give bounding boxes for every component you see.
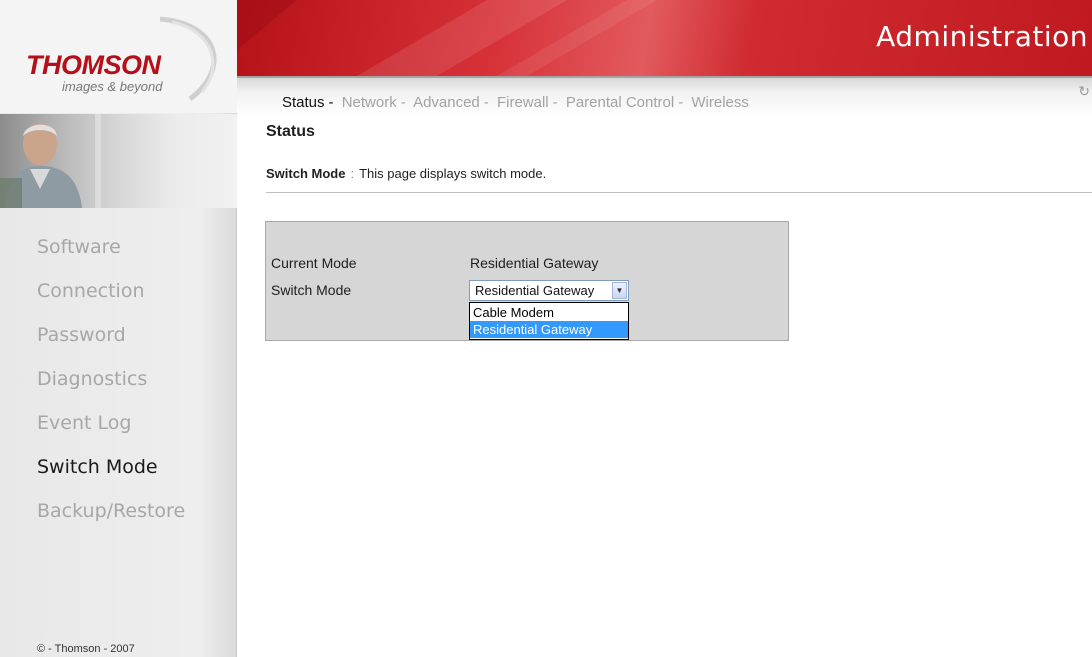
tab-network[interactable]: Network xyxy=(342,94,397,111)
sidebar-nav: Software Connection Password Diagnostics… xyxy=(37,236,185,544)
tab-advanced[interactable]: Advanced xyxy=(413,94,480,111)
current-mode-label: Current Mode xyxy=(271,255,357,271)
sidebar-item-switch-mode[interactable]: Switch Mode xyxy=(37,456,185,500)
sidebar-item-backup-restore[interactable]: Backup/Restore xyxy=(37,500,185,544)
page-title: Status xyxy=(266,123,315,140)
logo-area: THOMSON images & beyond xyxy=(0,0,237,113)
sidebar-item-diagnostics[interactable]: Diagnostics xyxy=(37,368,185,412)
switch-mode-panel: Current Mode Residential Gateway Switch … xyxy=(265,221,789,341)
tab-firewall[interactable]: Firewall xyxy=(497,94,549,111)
header-banner: Administration xyxy=(237,0,1092,76)
copyright-text: © - Thomson - 2007 xyxy=(37,643,135,655)
header-photo xyxy=(0,114,237,208)
option-residential-gateway[interactable]: Residential Gateway xyxy=(470,321,628,338)
tab-separator: - xyxy=(400,94,406,111)
description-separator: : xyxy=(350,166,355,181)
description-label: Switch Mode xyxy=(266,166,346,181)
tab-parental-control[interactable]: Parental Control xyxy=(566,94,674,111)
current-mode-value: Residential Gateway xyxy=(470,255,599,271)
sidebar-item-software[interactable]: Software xyxy=(37,236,185,280)
divider xyxy=(266,192,1092,193)
page-description: Switch Mode: This page displays switch mo… xyxy=(266,166,546,181)
tab-separator: - xyxy=(678,94,684,111)
chevron-down-icon[interactable]: ▼ xyxy=(612,282,627,299)
refresh-icon[interactable]: ↻ xyxy=(1078,83,1090,100)
banner-title: Administration xyxy=(876,20,1088,53)
switch-mode-label: Switch Mode xyxy=(271,282,352,298)
tab-wireless[interactable]: Wireless xyxy=(691,94,749,111)
select-value: Residential Gateway xyxy=(475,283,595,298)
sidebar-item-event-log[interactable]: Event Log xyxy=(37,412,185,456)
description-text: This page displays switch mode. xyxy=(359,166,547,181)
sidebar: THOMSON images & beyond Software Connect… xyxy=(0,0,237,657)
sidebar-item-password[interactable]: Password xyxy=(37,324,185,368)
top-nav: Status - Network - Advanced - Firewall - Par… xyxy=(237,76,1092,116)
tab-separator: - xyxy=(328,94,334,111)
brand-logo: THOMSON xyxy=(26,50,161,80)
tab-status[interactable]: Status xyxy=(282,94,325,111)
switch-mode-dropdown-list: Cable Modem Residential Gateway xyxy=(469,302,629,340)
tab-separator: - xyxy=(552,94,558,111)
sidebar-item-connection[interactable]: Connection xyxy=(37,280,185,324)
option-cable-modem[interactable]: Cable Modem xyxy=(470,304,628,321)
person-photo-icon xyxy=(0,114,101,208)
switch-mode-select[interactable]: Residential Gateway ▼ xyxy=(469,280,629,301)
brand-tagline: images & beyond xyxy=(62,79,163,94)
tab-separator: - xyxy=(483,94,489,111)
